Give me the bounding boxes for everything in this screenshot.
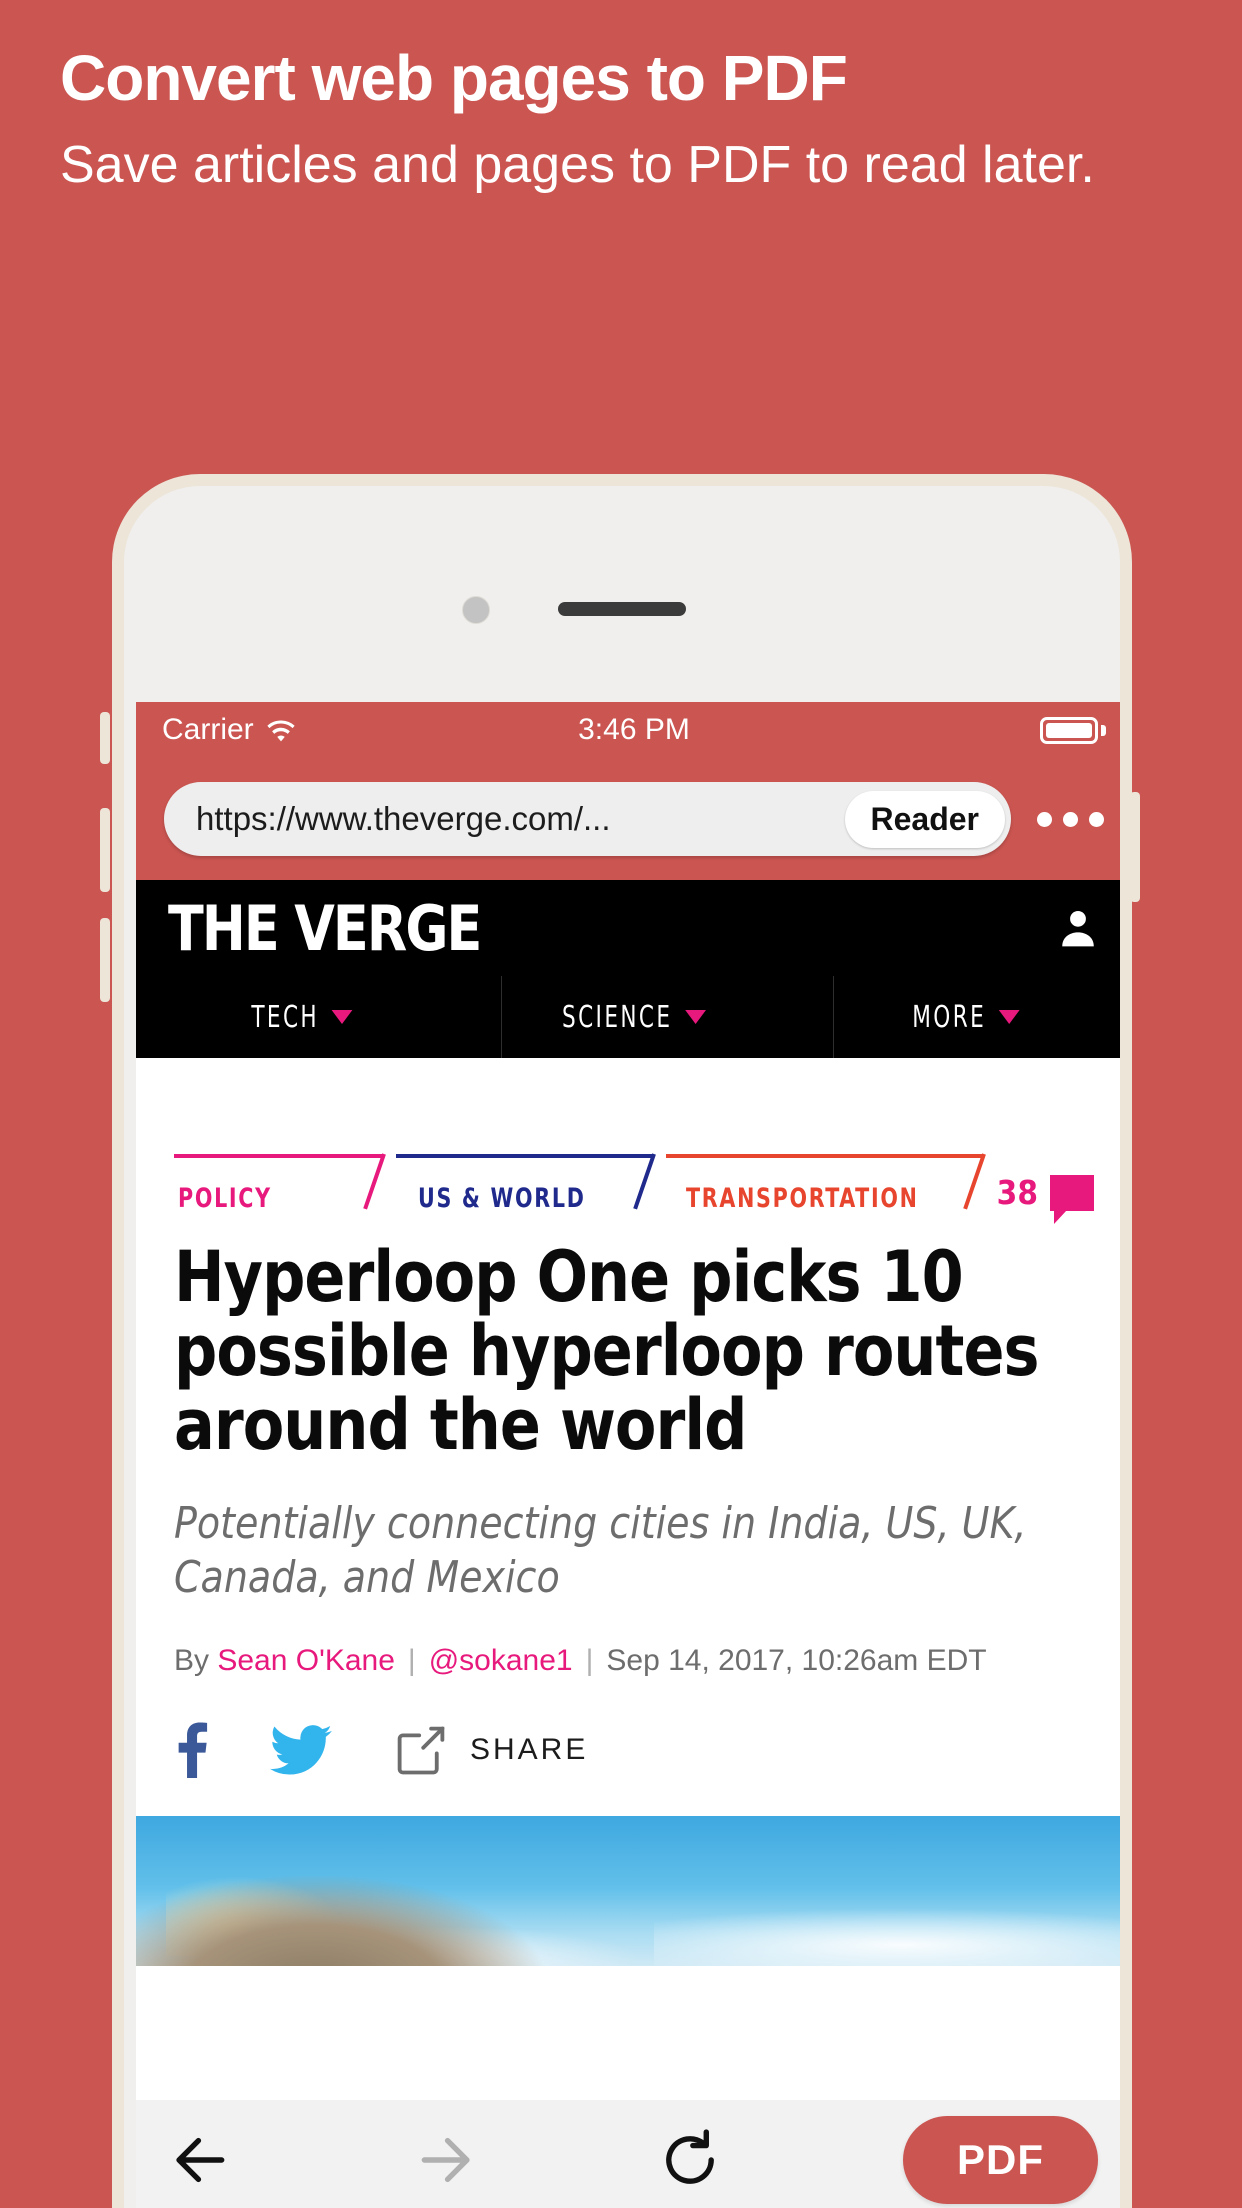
phone-screen: Carrier 3:46 PM https://www.theverge.com… — [136, 702, 1120, 2208]
article-tags-row: POLICY US & WORLD TRANSPORTATION 38 — [174, 1153, 1094, 1224]
more-dots-icon[interactable] — [1037, 811, 1104, 827]
byline-by: By — [174, 1643, 210, 1677]
tag-rule — [666, 1154, 984, 1158]
article-content: POLICY US & WORLD TRANSPORTATION 38 Hype… — [136, 1153, 1120, 1778]
caret-down-icon — [685, 1010, 707, 1024]
phone-volume-down-button — [100, 918, 110, 1002]
article-dek: Potentially connecting cities in India, … — [174, 1497, 1027, 1604]
tag-slash — [963, 1153, 986, 1210]
carrier-label: Carrier — [162, 713, 254, 746]
share-row: SHARE — [174, 1722, 1094, 1778]
tag-slash — [633, 1153, 656, 1210]
byline-date: Sep 14, 2017, 10:26am EDT — [606, 1643, 987, 1677]
reader-button[interactable]: Reader — [844, 790, 1005, 848]
mountain-shape — [136, 1875, 546, 1966]
byline-handle[interactable]: @sokane1 — [429, 1644, 573, 1678]
nav-item-label: TECH — [251, 999, 320, 1035]
article-tag-us-world[interactable]: US & WORLD — [418, 1183, 586, 1214]
pdf-button[interactable]: PDF — [902, 2116, 1098, 2204]
browser-url-bar: https://www.theverge.com/... Reader — [136, 758, 1120, 880]
battery-icon — [1040, 716, 1106, 744]
tag-rule — [396, 1154, 654, 1158]
phone-silent-switch — [100, 712, 110, 764]
article-hero-image — [136, 1815, 1120, 1966]
share-label: SHARE — [470, 1732, 589, 1766]
nav-item-label: SCIENCE — [561, 999, 673, 1035]
caret-down-icon — [331, 1010, 353, 1024]
wifi-icon — [266, 718, 296, 742]
cloud-shape — [653, 1902, 1120, 1966]
caret-down-icon — [998, 1010, 1020, 1024]
reload-button[interactable] — [659, 2129, 721, 2191]
browser-toolbar: PDF — [136, 2100, 1120, 2208]
comment-count[interactable]: 38 — [996, 1173, 1094, 1224]
comment-count-value: 38 — [996, 1173, 1038, 1212]
share-box-icon[interactable] — [394, 1723, 448, 1777]
back-button[interactable] — [170, 2129, 232, 2191]
article-tags: POLICY US & WORLD TRANSPORTATION — [174, 1153, 997, 1214]
promo-title: Convert web pages to PDF — [60, 42, 848, 114]
article-byline: By Sean O'Kane | @sokane1 | Sep 14, 2017… — [174, 1644, 1094, 1678]
site-header: THE VERGE — [136, 880, 1120, 976]
phone-volume-up-button — [100, 808, 110, 892]
article-tag-transportation[interactable]: TRANSPORTATION — [686, 1183, 919, 1214]
nav-item-tech[interactable]: TECH — [169, 976, 435, 1058]
article-headline: Hyperloop One picks 10 possible hyperloo… — [174, 1236, 1040, 1467]
phone-mockup: Carrier 3:46 PM https://www.theverge.com… — [112, 474, 1132, 2208]
nav-item-science[interactable]: SCIENCE — [501, 976, 767, 1058]
address-field[interactable]: https://www.theverge.com/... Reader — [164, 782, 1011, 856]
nav-item-more[interactable]: MORE — [833, 976, 1099, 1058]
person-icon[interactable] — [1056, 905, 1100, 951]
article-tag-policy[interactable]: POLICY — [178, 1183, 272, 1214]
forward-button[interactable] — [414, 2129, 476, 2191]
site-logo[interactable]: THE VERGE — [168, 892, 482, 965]
status-bar: Carrier 3:46 PM — [136, 702, 1120, 758]
comment-bubble-icon — [1050, 1174, 1094, 1224]
tag-rule — [174, 1154, 384, 1158]
byline-separator: | — [585, 1643, 594, 1677]
byline-author[interactable]: Sean O'Kane — [217, 1644, 395, 1678]
url-text: https://www.theverge.com/... — [196, 800, 611, 837]
nav-item-label: MORE — [912, 999, 987, 1035]
site-nav: TECH SCIENCE MORE — [136, 976, 1120, 1058]
facebook-icon[interactable] — [174, 1722, 208, 1778]
tag-slash — [363, 1153, 386, 1210]
earpiece-speaker — [558, 602, 686, 616]
byline-separator: | — [407, 1643, 416, 1677]
front-camera-icon — [462, 596, 490, 624]
promo-banner: Convert web pages to PDF Save articles a… — [60, 42, 1180, 204]
twitter-icon[interactable] — [270, 1722, 332, 1778]
promo-subtitle: Save articles and pages to PDF to read l… — [60, 136, 1095, 195]
